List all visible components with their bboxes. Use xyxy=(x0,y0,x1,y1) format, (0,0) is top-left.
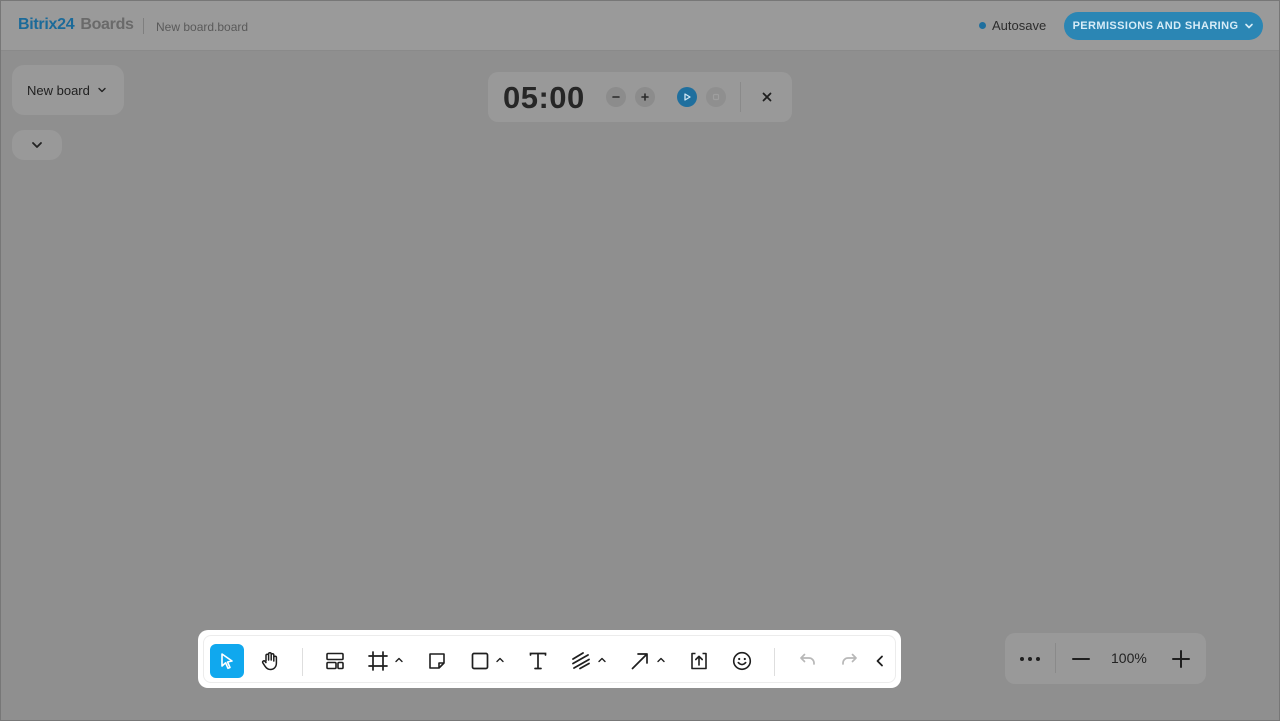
smiley-icon xyxy=(732,651,752,671)
upload-tool-button[interactable] xyxy=(682,644,716,678)
template-tool-button[interactable] xyxy=(318,644,352,678)
chevron-down-icon xyxy=(98,87,106,93)
cursor-arrow-icon xyxy=(221,653,233,670)
board-selector-label: New board xyxy=(27,82,90,98)
text-tool-button[interactable] xyxy=(521,644,555,678)
frame-tool-button[interactable] xyxy=(361,644,395,678)
chevron-left-icon xyxy=(876,655,883,667)
permissions-and-sharing-button[interactable]: PERMISSIONS AND SHARING xyxy=(1064,12,1263,40)
logo-product: Boards xyxy=(80,16,134,33)
close-icon xyxy=(762,92,772,102)
autosave-dot-icon xyxy=(979,22,986,29)
zoom-divider xyxy=(1055,643,1056,673)
frame-options-caret[interactable] xyxy=(393,654,405,666)
stop-icon xyxy=(712,93,720,101)
permissions-label: PERMISSIONS AND SHARING xyxy=(1072,20,1239,32)
more-horizontal-icon xyxy=(1020,657,1040,661)
app-logo[interactable]: Bitrix 24 Boards xyxy=(18,16,134,34)
text-icon xyxy=(529,652,547,670)
arrow-options-caret[interactable] xyxy=(655,654,667,666)
chevron-down-icon xyxy=(1245,23,1254,29)
select-tool-button[interactable] xyxy=(210,644,244,678)
arrow-up-right-icon xyxy=(631,653,648,670)
plus-icon xyxy=(1172,650,1190,668)
timer-close-button[interactable] xyxy=(757,87,777,107)
pen-options-caret[interactable] xyxy=(596,654,608,666)
timer-stop-button[interactable] xyxy=(706,87,726,107)
toolbar-divider xyxy=(774,648,775,676)
timer-start-button[interactable] xyxy=(677,87,697,107)
header-divider xyxy=(143,18,144,34)
chevron-up-icon xyxy=(598,657,606,663)
minus-icon xyxy=(612,96,620,98)
toolbar-divider xyxy=(302,648,303,676)
expand-panel-button[interactable] xyxy=(12,130,62,160)
board-filename[interactable]: New board.board xyxy=(156,20,248,34)
zoom-in-button[interactable] xyxy=(1165,643,1197,675)
shape-options-caret[interactable] xyxy=(494,654,506,666)
play-icon xyxy=(684,93,691,101)
zoom-out-button[interactable] xyxy=(1065,643,1097,675)
undo-icon xyxy=(800,653,815,665)
chevron-down-icon xyxy=(32,142,42,148)
emoji-tool-button[interactable] xyxy=(725,644,759,678)
upload-icon xyxy=(691,652,707,670)
zoom-control: 100% xyxy=(1005,633,1206,684)
zoom-level[interactable]: 100% xyxy=(1111,650,1147,666)
pen-tool-button[interactable] xyxy=(564,644,598,678)
pen-scribble-icon xyxy=(572,652,590,670)
sticky-note-tool-button[interactable] xyxy=(420,644,454,678)
logo-brand-number: 24 xyxy=(57,16,75,33)
hand-tool-button[interactable] xyxy=(253,644,287,678)
timer-display: 05:00 xyxy=(503,80,585,115)
chevron-up-icon xyxy=(496,657,504,663)
timer-increase-button[interactable] xyxy=(635,87,655,107)
minus-icon xyxy=(1072,658,1090,660)
layout-template-icon xyxy=(326,652,344,670)
frame-icon xyxy=(368,651,388,671)
plus-icon xyxy=(641,93,649,101)
shape-tool-button[interactable] xyxy=(463,644,497,678)
redo-icon xyxy=(842,653,857,665)
hand-icon xyxy=(261,652,278,671)
collapse-toolbar-button[interactable] xyxy=(868,644,892,678)
logo-brand: Bitrix xyxy=(18,16,58,33)
chevron-up-icon xyxy=(657,657,665,663)
arrow-tool-button[interactable] xyxy=(623,644,657,678)
autosave-label: Autosave xyxy=(992,18,1047,33)
app-header: Bitrix 24 Boards New board.board Autosave… xyxy=(0,0,1280,51)
timer-decrease-button[interactable] xyxy=(606,87,626,107)
timer-widget: 05:00 xyxy=(488,72,792,122)
square-shape-icon xyxy=(471,652,489,670)
autosave-status: Autosave xyxy=(979,18,1046,33)
timer-divider xyxy=(740,82,741,112)
more-options-button[interactable] xyxy=(1014,643,1046,675)
chevron-up-icon xyxy=(395,657,403,663)
sticky-note-icon xyxy=(429,653,445,669)
redo-button[interactable] xyxy=(833,644,867,678)
board-selector[interactable]: New board xyxy=(12,65,124,115)
bottom-toolbar xyxy=(198,630,901,688)
undo-button[interactable] xyxy=(790,644,824,678)
